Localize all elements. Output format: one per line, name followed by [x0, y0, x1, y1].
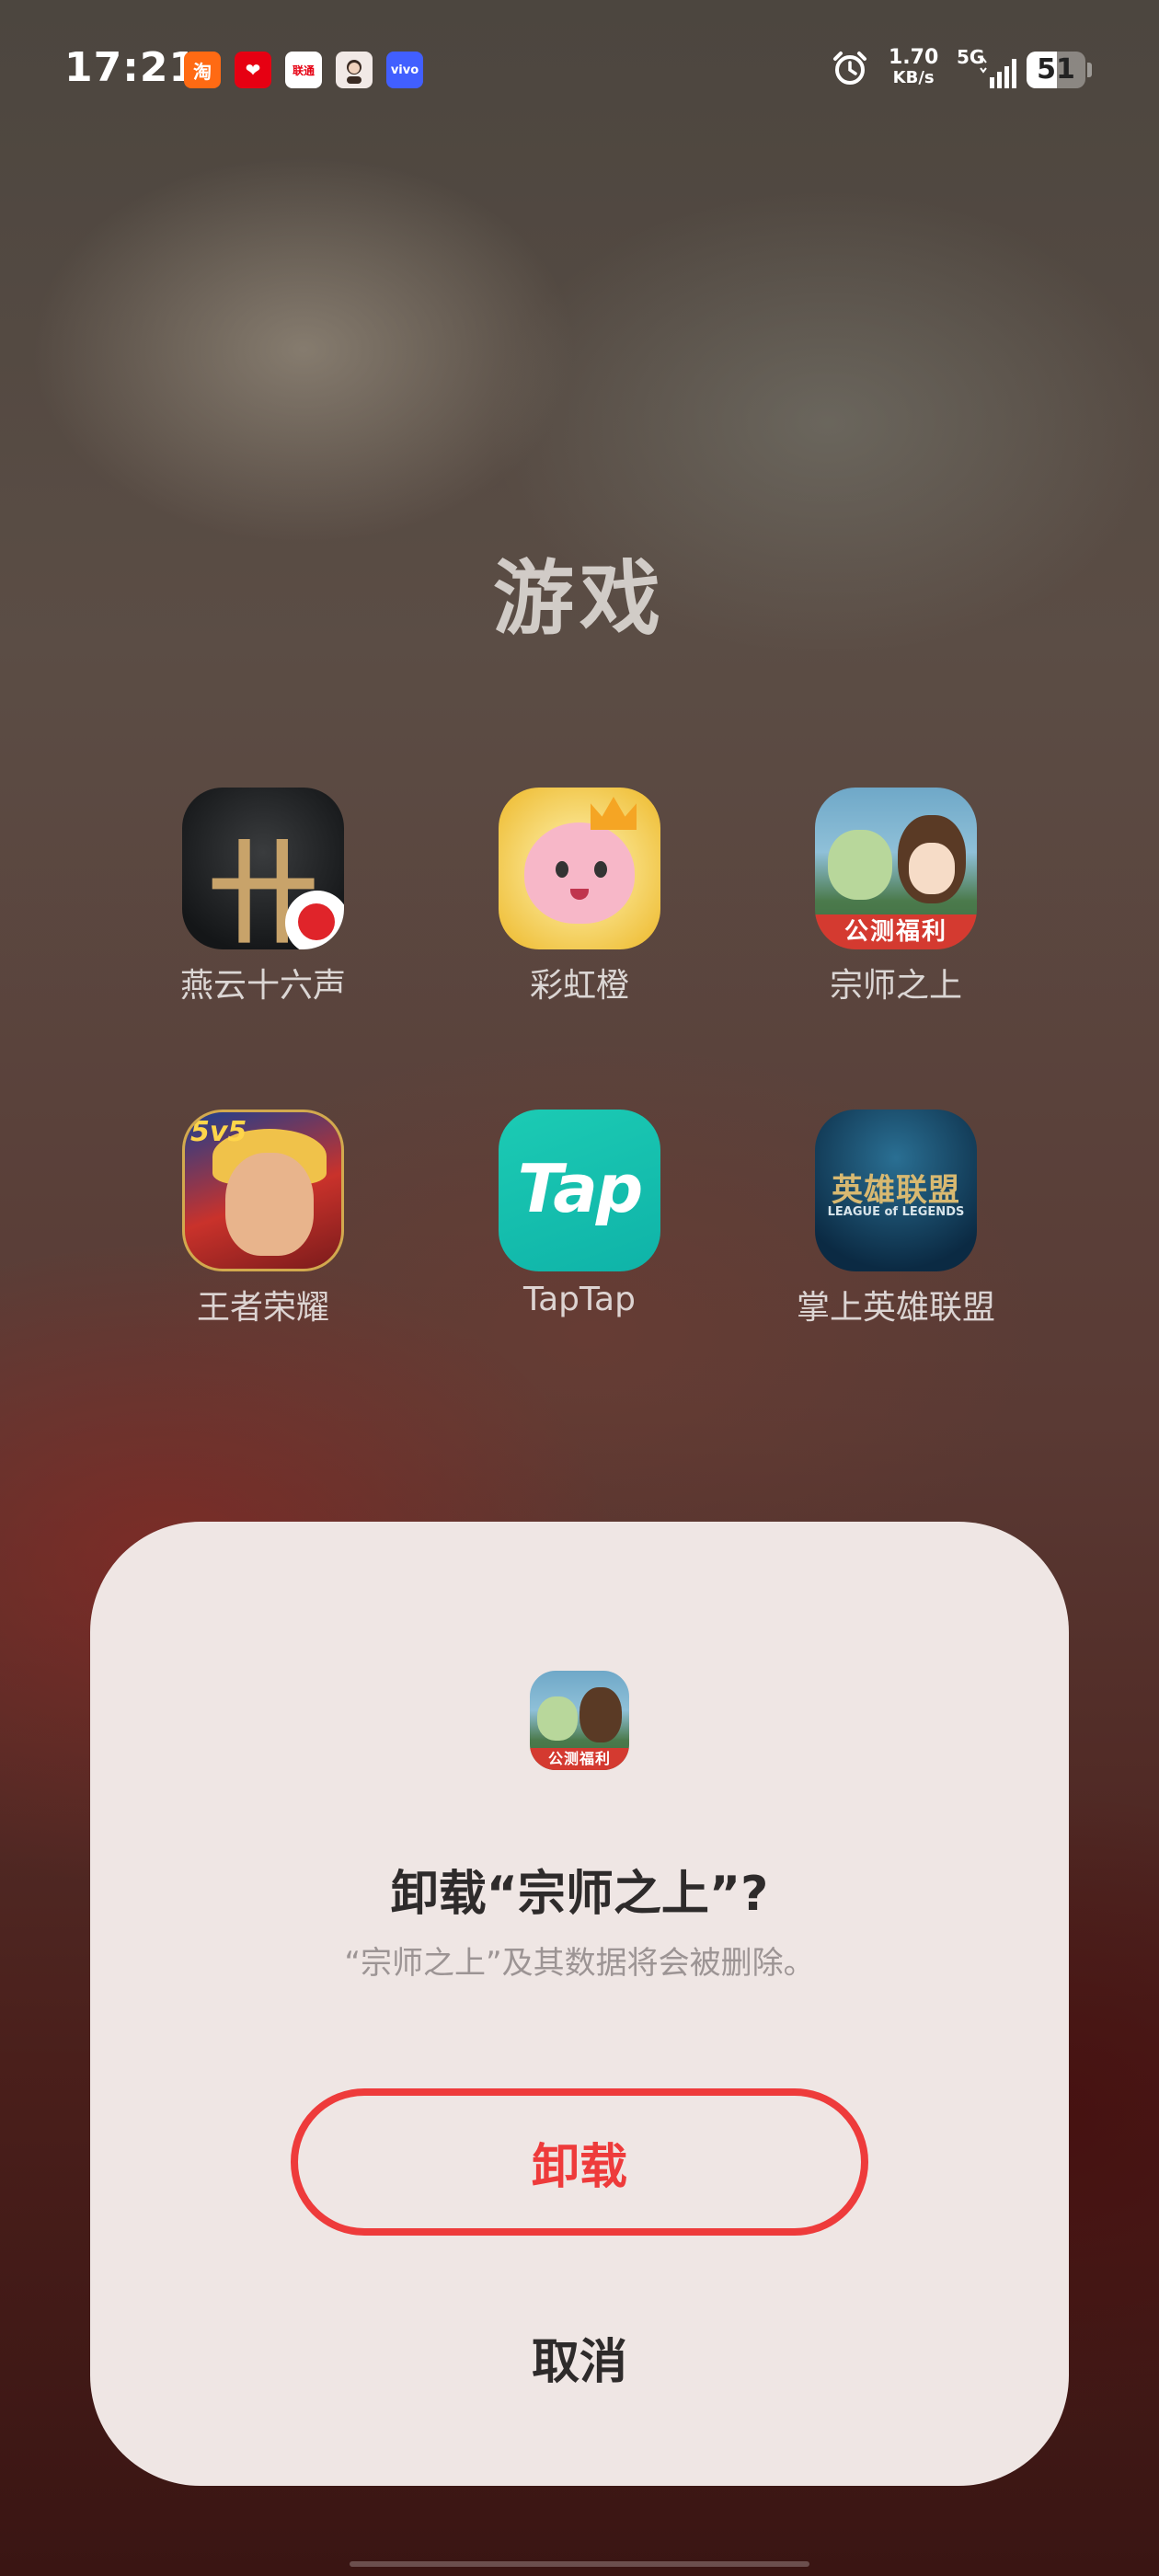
app-lol[interactable]: 英雄联盟 LEAGUE of LEGENDS 掌上英雄联盟: [776, 1110, 1016, 1328]
app-yanyun[interactable]: 卄 燕云十六声: [143, 788, 383, 1006]
taptap-icon: Tap: [499, 1110, 660, 1271]
app-caihong[interactable]: 彩虹橙: [460, 788, 699, 1006]
signal-strength-icon: [980, 57, 1016, 88]
yanyun-icon: 卄: [182, 788, 344, 949]
app-wangzhe[interactable]: 5v5 王者荣耀: [143, 1110, 383, 1328]
network-speed: 1.70 KB/s: [889, 48, 938, 88]
app-label: 彩虹橙: [529, 967, 629, 1005]
dialog-icon-ribbon: 公测福利: [530, 1748, 629, 1770]
lol-logo-cn: 英雄联盟: [832, 1172, 960, 1209]
network-speed-value: 1.70: [889, 46, 939, 69]
caihong-icon: [499, 788, 660, 949]
wangzhe-tag: 5v5: [190, 1116, 247, 1148]
dialog-title: 卸载“宗师之上”?: [390, 1867, 769, 1922]
vivo-notification-icon: vivo: [386, 52, 423, 88]
zongshi-ribbon: 公测福利: [815, 914, 977, 949]
clock: 17:21: [64, 44, 199, 91]
battery-percent: 51: [1037, 53, 1075, 86]
app-label: 宗师之上: [829, 967, 962, 1005]
lol-icon: 英雄联盟 LEAGUE of LEGENDS: [815, 1110, 977, 1271]
battery-icon: 51: [1027, 52, 1093, 88]
taptap-logo-text: Tap: [517, 1150, 644, 1227]
app-label: 燕云十六声: [179, 967, 346, 1005]
zongshi-icon: 公测福利: [815, 788, 977, 949]
status-bar: 17:21 淘 ❤ 联通 vivo 1.70 KB/s 5G 51: [0, 0, 1159, 138]
folder-title: 游戏: [492, 551, 666, 646]
lol-logo-en: LEAGUE of LEGENDS: [827, 1205, 965, 1219]
uninstall-dialog: 公测福利 卸载“宗师之上”? “宗师之上”及其数据将会被删除。 卸载 取消: [90, 1522, 1069, 2486]
app-taptap[interactable]: Tap TapTap: [460, 1110, 699, 1318]
heart-app-notification-icon: ❤: [235, 52, 271, 88]
taobao-notification-icon: 淘: [184, 52, 221, 88]
app-label: TapTap: [523, 1281, 636, 1318]
cancel-button[interactable]: 取消: [396, 2311, 763, 2403]
zongshi-dialog-icon: 公测福利: [530, 1671, 629, 1770]
app-label: 掌上英雄联盟: [796, 1289, 995, 1327]
dialog-description: “宗师之上”及其数据将会被删除。: [344, 1945, 815, 1982]
network-speed-unit: KB/s: [892, 68, 935, 87]
wangzhe-icon: 5v5: [182, 1110, 344, 1271]
avatar-notification-icon: [336, 52, 373, 88]
china-unicom-notification-icon: 联通: [285, 52, 322, 88]
alarm-icon: [833, 52, 866, 85]
home-indicator[interactable]: [350, 2561, 809, 2567]
app-label: 王者荣耀: [196, 1289, 329, 1327]
uninstall-button[interactable]: 卸载: [291, 2088, 868, 2236]
app-zongshi[interactable]: 公测福利 宗师之上: [776, 788, 1016, 1006]
